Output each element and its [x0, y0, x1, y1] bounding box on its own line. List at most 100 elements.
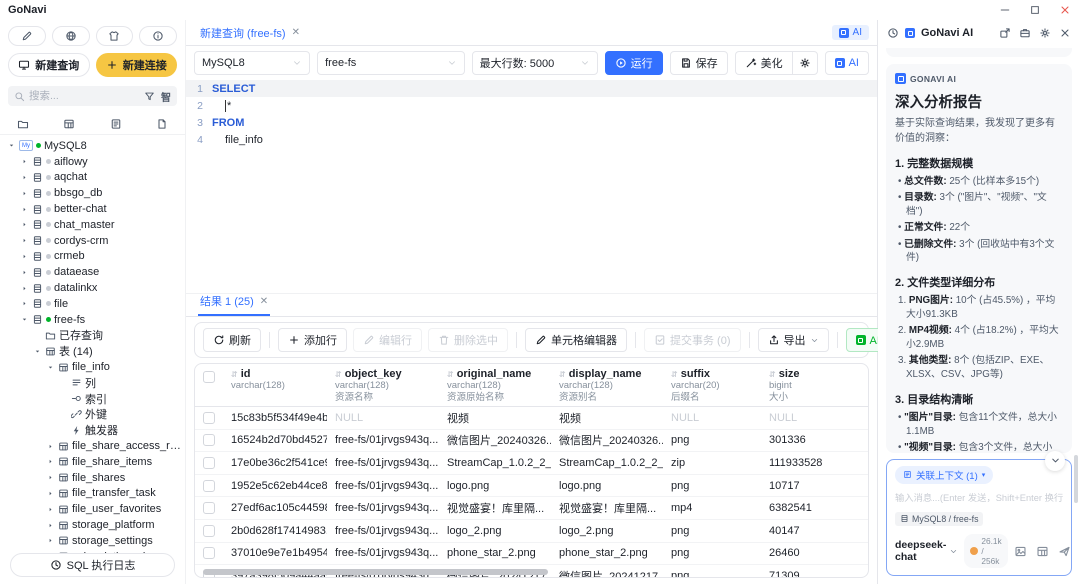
scope-chip[interactable]: MySQL8 / free-fs: [895, 512, 983, 526]
theme-button[interactable]: [96, 26, 134, 46]
add-row-button[interactable]: 添加行: [278, 328, 347, 352]
tree-item-aiflowy[interactable]: aiflowy: [0, 154, 185, 170]
table-cell[interactable]: 40147: [761, 525, 861, 537]
table-cell[interactable]: 微信图片_20241217...: [551, 568, 663, 578]
caret-icon[interactable]: [45, 506, 55, 513]
checkbox[interactable]: [203, 547, 215, 559]
max-rows-select[interactable]: 最大行数: 5000: [472, 51, 598, 75]
gear-icon[interactable]: [1039, 27, 1051, 39]
tree-item-datalinkx[interactable]: datalinkx: [0, 280, 185, 296]
tree-item-better-chat[interactable]: better-chat: [0, 201, 185, 217]
checkbox[interactable]: [203, 412, 215, 424]
table-cell[interactable]: 视频: [439, 410, 551, 426]
sql-editor[interactable]: 1SELECT2*3FROM4file_info: [186, 80, 877, 293]
table-row[interactable]: 15c83b5f534f49e4b...NULL视频视频NULLNULL: [195, 407, 868, 430]
column-header-size[interactable]: ⇵sizebigint大小: [761, 368, 861, 403]
tree-item-storage_settings[interactable]: storage_settings: [0, 533, 185, 549]
tree-item-触发器[interactable]: 触发器: [0, 422, 185, 438]
tree-item-file_share_access_record[interactable]: file_share_access_record: [0, 438, 185, 454]
code-line[interactable]: 4file_info: [186, 131, 877, 148]
sort-icon[interactable]: ⇵: [559, 370, 566, 379]
table-cell[interactable]: phone_star_2.png: [551, 547, 663, 559]
history-clock-icon[interactable]: [887, 27, 899, 39]
tree-item-外键[interactable]: 外键: [0, 407, 185, 423]
send-icon[interactable]: [1058, 545, 1071, 558]
caret-icon[interactable]: [45, 522, 55, 529]
tree-item-storage_platform[interactable]: storage_platform: [0, 517, 185, 533]
view-tab-objects[interactable]: [93, 113, 139, 134]
sort-icon[interactable]: ⇵: [671, 370, 678, 379]
table-cell[interactable]: png: [663, 480, 761, 492]
chat-input[interactable]: 输入消息...(Enter 发送，Shift+Enter 换行，/ 快捷命令): [895, 490, 1063, 504]
open-external-icon[interactable]: [999, 27, 1011, 39]
save-button[interactable]: 保存: [670, 51, 728, 75]
caret-icon[interactable]: [19, 285, 29, 292]
table-cell[interactable]: free-fs/01jrvgs943q...: [327, 502, 439, 514]
cell-editor-button[interactable]: 单元格编辑器: [525, 328, 627, 352]
model-select[interactable]: deepseek-chat: [895, 539, 958, 563]
column-header-id[interactable]: ⇵idvarchar(128): [223, 368, 327, 403]
table-row[interactable]: 2b0d628f17414983...free-fs/01jrvgs943q..…: [195, 520, 868, 543]
view-tab-connections[interactable]: [0, 113, 46, 134]
checkbox[interactable]: [203, 434, 215, 446]
table-cell[interactable]: 111933528: [761, 457, 861, 469]
column-header-object_key[interactable]: ⇵object_keyvarchar(128)资源名称: [327, 368, 439, 403]
table-cell[interactable]: phone_star_2.png: [439, 547, 551, 559]
tree-item-MySQL8[interactable]: MyMySQL8: [0, 138, 185, 154]
table-row[interactable]: 16524b2d70bd4527...free-fs/01jrvgs943q..…: [195, 430, 868, 453]
checkbox[interactable]: [203, 371, 215, 383]
ai-assist-button[interactable]: AI: [825, 51, 869, 75]
commit-transaction-button[interactable]: 提交事务 (0): [644, 328, 741, 352]
sort-icon[interactable]: ⇵: [769, 370, 776, 379]
caret-icon[interactable]: [45, 458, 55, 465]
table-cell[interactable]: 视频: [551, 410, 663, 426]
query-tab[interactable]: 新建查询 (free-fs) ✕: [194, 20, 306, 45]
table-cell[interactable]: free-fs/01jrvgs943q...: [327, 480, 439, 492]
code-line[interactable]: 3FROM: [186, 114, 877, 131]
caret-icon[interactable]: [19, 221, 29, 228]
tree-item-cordys-crm[interactable]: cordys-crm: [0, 233, 185, 249]
table-cell[interactable]: logo_2.png: [551, 525, 663, 537]
tree-item-已存查询[interactable]: 已存查询: [0, 328, 185, 344]
new-connection-button[interactable]: 新建连接: [96, 53, 178, 77]
table-row[interactable]: 17e0be36c2f541ce9...free-fs/01jrvgs943q.…: [195, 452, 868, 475]
caret-icon[interactable]: [19, 190, 29, 197]
table-cell[interactable]: mp4: [663, 502, 761, 514]
database-select[interactable]: free-fs: [317, 51, 465, 75]
table-cell[interactable]: 视觉盛宴！库里隔...: [439, 500, 551, 516]
table-cell[interactable]: logo_2.png: [439, 525, 551, 537]
table-cell[interactable]: logo.png: [439, 480, 551, 492]
editor-settings-button[interactable]: [792, 51, 818, 75]
attach-image-icon[interactable]: [1014, 545, 1027, 558]
tree-item-file_shares[interactable]: file_shares: [0, 470, 185, 486]
table-cell[interactable]: 2b0d628f17414983...: [223, 525, 327, 537]
ai-panel-toggle[interactable]: AI: [832, 25, 869, 40]
briefcase-icon[interactable]: [1019, 27, 1031, 39]
network-button[interactable]: [52, 26, 90, 46]
caret-icon[interactable]: [45, 443, 55, 450]
tree-item-file[interactable]: file: [0, 296, 185, 312]
caret-icon[interactable]: [19, 158, 29, 165]
tree-item-free-fs[interactable]: free-fs: [0, 312, 185, 328]
caret-icon[interactable]: [6, 142, 16, 149]
caret-icon[interactable]: [19, 206, 29, 213]
table-cell[interactable]: png: [663, 525, 761, 537]
checkbox[interactable]: [203, 480, 215, 492]
caret-icon[interactable]: [32, 348, 42, 355]
table-cell[interactable]: 27edf6ac105c44598...: [223, 502, 327, 514]
tree-item-dataease[interactable]: dataease: [0, 264, 185, 280]
table-row[interactable]: 27edf6ac105c44598...free-fs/01jrvgs943q.…: [195, 497, 868, 520]
minimize-button[interactable]: [998, 3, 1012, 17]
tree-item-bbsgo_db[interactable]: bbsgo_db: [0, 185, 185, 201]
result-tab[interactable]: 结果 1 (25) ✕: [198, 293, 270, 316]
tree-item-file_user_favorites[interactable]: file_user_favorites: [0, 501, 185, 517]
tree-item-索引[interactable]: 索引: [0, 391, 185, 407]
table-cell[interactable]: free-fs/01jrvgs943q...: [327, 547, 439, 559]
tree-item-表 (14)[interactable]: 表 (14): [0, 343, 185, 359]
table-cell[interactable]: 16524b2d70bd4527...: [223, 434, 327, 446]
table-cell[interactable]: free-fs/01jrvgs943q...: [327, 434, 439, 446]
run-button[interactable]: 运行: [605, 51, 663, 75]
close-window-button[interactable]: [1058, 3, 1072, 17]
table-cell[interactable]: free-fs/01jrvgs943q...: [327, 457, 439, 469]
caret-icon[interactable]: [19, 237, 29, 244]
